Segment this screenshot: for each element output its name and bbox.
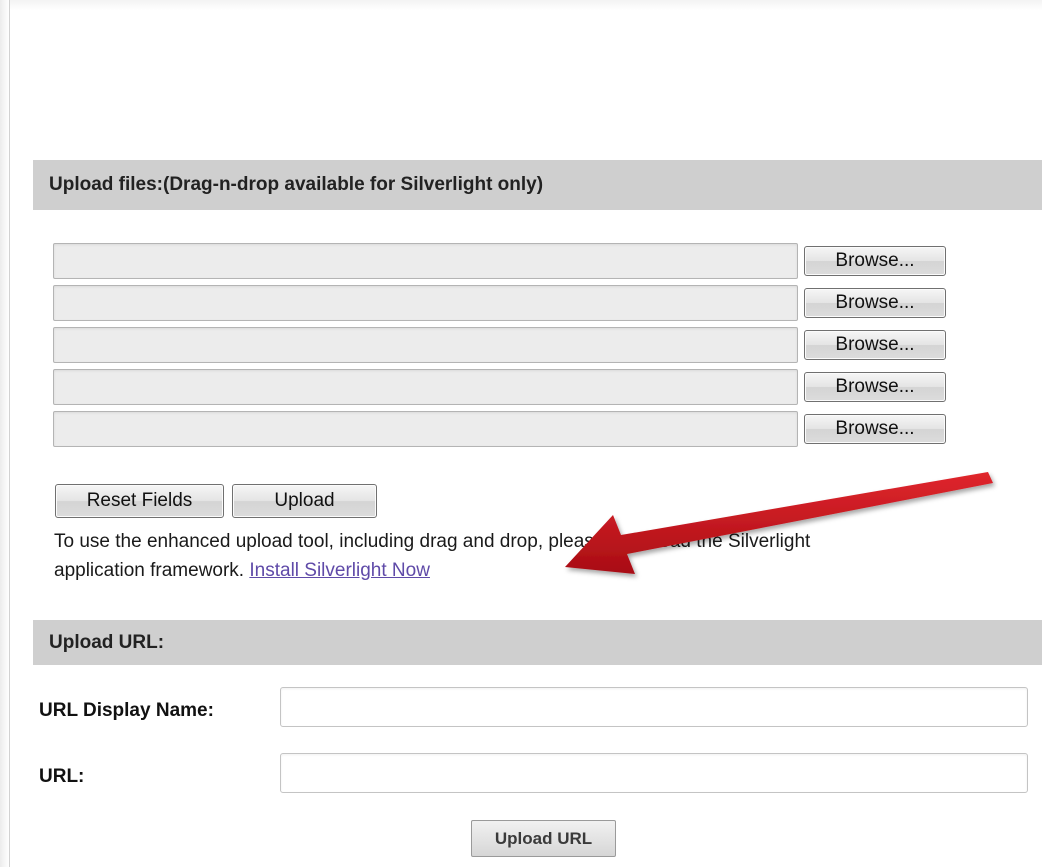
file-path-input-2[interactable] <box>53 285 798 321</box>
upload-button[interactable]: Upload <box>232 484 377 518</box>
file-path-input-4[interactable] <box>53 369 798 405</box>
file-path-input-3[interactable] <box>53 327 798 363</box>
window-top-edge <box>0 0 1042 10</box>
silverlight-info-line-2: application framework. <box>54 560 245 581</box>
silverlight-info-text: To use the enhanced upload tool, includi… <box>54 527 1042 585</box>
window-left-edge <box>0 0 10 867</box>
url-display-name-label: URL Display Name: <box>39 700 214 721</box>
install-silverlight-link[interactable]: Install Silverlight Now <box>249 560 430 581</box>
upload-url-header: Upload URL: <box>33 620 1042 665</box>
upload-files-header: Upload files:(Drag-n-drop available for … <box>33 160 1042 210</box>
upload-files-header-label: Upload files:(Drag-n-drop available for … <box>49 174 544 195</box>
reset-fields-button[interactable]: Reset Fields <box>55 484 224 518</box>
url-label: URL: <box>39 766 85 787</box>
file-path-input-5[interactable] <box>53 411 798 447</box>
upload-url-header-label: Upload URL: <box>49 631 165 653</box>
file-row-1: Browse... <box>53 242 946 280</box>
browse-button-4[interactable]: Browse... <box>804 372 946 402</box>
url-display-name-field[interactable] <box>280 687 1028 727</box>
silverlight-info-line-1: To use the enhanced upload tool, includi… <box>54 531 811 552</box>
browse-button-1[interactable]: Browse... <box>804 246 946 276</box>
file-row-2: Browse... <box>53 284 946 322</box>
file-path-input-1[interactable] <box>53 243 798 279</box>
upload-url-button[interactable]: Upload URL <box>471 820 616 857</box>
file-row-3: Browse... <box>53 326 946 364</box>
url-field[interactable] <box>280 753 1028 793</box>
browse-button-3[interactable]: Browse... <box>804 330 946 360</box>
file-row-5: Browse... <box>53 410 946 448</box>
browse-button-2[interactable]: Browse... <box>804 288 946 318</box>
browse-button-5[interactable]: Browse... <box>804 414 946 444</box>
file-row-4: Browse... <box>53 368 946 406</box>
